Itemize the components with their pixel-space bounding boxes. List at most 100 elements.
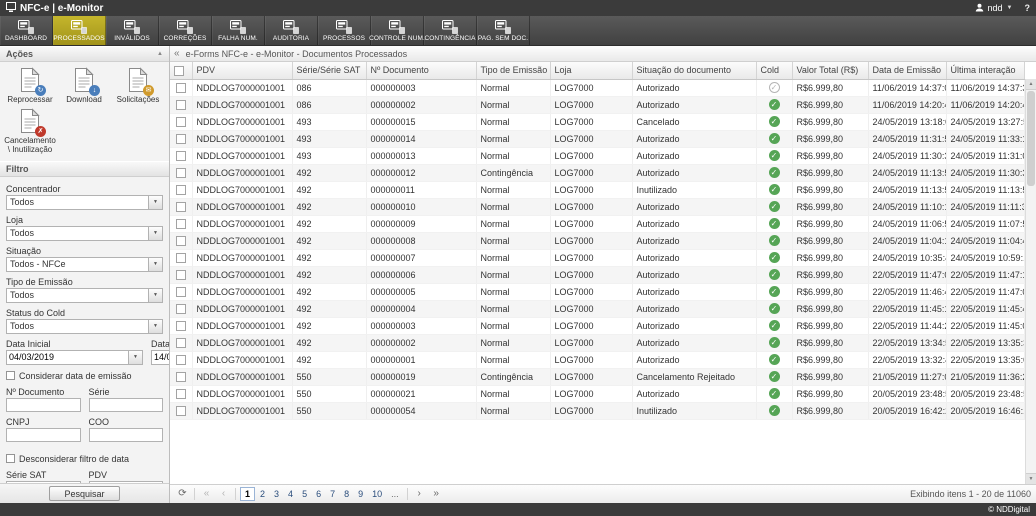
tab-processos[interactable]: PROCESSOS xyxy=(318,16,371,45)
tab-pag-sem-doc[interactable]: PAG. SEM DOC. xyxy=(477,16,530,45)
page-button-7[interactable]: 7 xyxy=(326,488,339,500)
row-checkbox[interactable] xyxy=(176,372,186,382)
cnpj-input[interactable] xyxy=(6,428,81,442)
table-row[interactable]: NDDLOG7000001001086000000003NormalLOG700… xyxy=(170,79,1024,96)
last-page-button[interactable]: » xyxy=(429,487,444,502)
help-button[interactable]: ? xyxy=(1025,3,1031,13)
filter-select-tipo-de-emissao[interactable]: Todos▼ xyxy=(6,288,163,303)
row-checkbox[interactable] xyxy=(176,338,186,348)
row-checkbox[interactable] xyxy=(176,321,186,331)
row-checkbox[interactable] xyxy=(176,117,186,127)
tab-dashboard[interactable]: DASHBOARD xyxy=(0,16,53,45)
row-checkbox[interactable] xyxy=(176,202,186,212)
row-checkbox[interactable] xyxy=(176,219,186,229)
page-button-2[interactable]: 2 xyxy=(256,488,269,500)
disregard-date-checkbox[interactable] xyxy=(6,454,15,463)
column-header-tipo-de-emissao[interactable]: Tipo de Emissão xyxy=(476,62,550,79)
table-row[interactable]: NDDLOG7000001001493000000015NormalLOG700… xyxy=(170,113,1024,130)
column-header-valor-total-r[interactable]: Valor Total (R$) xyxy=(792,62,868,79)
row-checkbox[interactable] xyxy=(176,270,186,280)
dropdown-arrow-icon[interactable]: ▼ xyxy=(148,289,162,302)
row-checkbox[interactable] xyxy=(176,253,186,263)
row-checkbox[interactable] xyxy=(176,83,186,93)
vertical-scrollbar[interactable]: ▲ ▼ xyxy=(1025,79,1036,484)
table-row[interactable]: NDDLOG7000001001492000000012Contingência… xyxy=(170,164,1024,181)
column-header-n-documento[interactable]: Nº Documento xyxy=(366,62,476,79)
dropdown-arrow-icon[interactable]: ▼ xyxy=(148,227,162,240)
column-header-cold[interactable]: Cold xyxy=(756,62,792,79)
first-page-button[interactable]: « xyxy=(199,487,214,502)
table-row[interactable]: NDDLOG7000001001492000000002NormalLOG700… xyxy=(170,334,1024,351)
select-all-checkbox[interactable] xyxy=(174,66,184,76)
table-row[interactable]: NDDLOG7000001001493000000013NormalLOG700… xyxy=(170,147,1024,164)
user-caret-icon[interactable]: ▼ xyxy=(1007,5,1013,11)
consider-emission-checkbox[interactable] xyxy=(6,371,15,380)
page-button-4[interactable]: 4 xyxy=(284,488,297,500)
collapse-sidebar-button[interactable]: « xyxy=(174,49,180,59)
column-header-situacao-do-documento[interactable]: Situação do documento xyxy=(632,62,756,79)
table-row[interactable]: NDDLOG7000001001492000000011NormalLOG700… xyxy=(170,181,1024,198)
table-row[interactable]: NDDLOG7000001001492000000009NormalLOG700… xyxy=(170,215,1024,232)
table-row[interactable]: NDDLOG7000001001492000000001NormalLOG700… xyxy=(170,351,1024,368)
prev-page-button[interactable]: ‹ xyxy=(216,487,231,502)
scrollbar-thumb[interactable] xyxy=(1027,91,1035,186)
refresh-button[interactable]: ⟳ xyxy=(175,487,190,502)
row-checkbox[interactable] xyxy=(176,100,186,110)
column-header-pdv[interactable]: PDV xyxy=(192,62,292,79)
dropdown-arrow-icon[interactable]: ▼ xyxy=(148,196,162,209)
table-row[interactable]: NDDLOG7000001001550000000021NormalLOG700… xyxy=(170,385,1024,402)
user-menu[interactable]: ndd xyxy=(988,3,1003,13)
action-reprocessar[interactable]: ↻Reprocessar xyxy=(4,67,56,104)
row-checkbox[interactable] xyxy=(176,355,186,365)
tab-correcoes[interactable]: CORREÇÕES xyxy=(159,16,212,45)
row-checkbox[interactable] xyxy=(176,389,186,399)
table-row[interactable]: NDDLOG7000001001492000000003NormalLOG700… xyxy=(170,317,1024,334)
row-checkbox[interactable] xyxy=(176,304,186,314)
table-row[interactable]: NDDLOG7000001001492000000006NormalLOG700… xyxy=(170,266,1024,283)
row-checkbox[interactable] xyxy=(176,151,186,161)
filter-select-situacao[interactable]: Todos - NFCe▼ xyxy=(6,257,163,272)
filter-select-status-do-cold[interactable]: Todos▼ xyxy=(6,319,163,334)
search-button[interactable]: Pesquisar xyxy=(49,486,119,501)
date-start-input[interactable] xyxy=(7,351,128,364)
table-row[interactable]: NDDLOG7000001001086000000002NormalLOG700… xyxy=(170,96,1024,113)
page-button-9[interactable]: 9 xyxy=(354,488,367,500)
tab-contingencia[interactable]: CONTINGÊNCIA xyxy=(424,16,477,45)
date-start-dropdown-icon[interactable]: ▼ xyxy=(128,351,142,364)
row-checkbox[interactable] xyxy=(176,185,186,195)
dropdown-arrow-icon[interactable]: ▼ xyxy=(148,258,162,271)
table-row[interactable]: NDDLOG7000001001550000000054NormalLOG700… xyxy=(170,402,1024,419)
column-header-data-de-emissao[interactable]: Data de Emissão xyxy=(868,62,946,79)
table-row[interactable]: NDDLOG7000001001550000000019Contingência… xyxy=(170,368,1024,385)
page-button-3[interactable]: 3 xyxy=(270,488,283,500)
dropdown-arrow-icon[interactable]: ▼ xyxy=(148,320,162,333)
table-row[interactable]: NDDLOG7000001001492000000005NormalLOG700… xyxy=(170,283,1024,300)
page-button-8[interactable]: 8 xyxy=(340,488,353,500)
action-download[interactable]: ↓Download xyxy=(58,67,110,104)
page-button-1[interactable]: 1 xyxy=(240,487,255,501)
scroll-up-icon[interactable]: ▲ xyxy=(1026,79,1036,90)
page-button-10[interactable]: 10 xyxy=(368,488,386,500)
tab-processados[interactable]: PROCESSADOS xyxy=(53,16,106,45)
coo-input[interactable] xyxy=(89,428,164,442)
row-checkbox[interactable] xyxy=(176,406,186,416)
row-checkbox[interactable] xyxy=(176,236,186,246)
filter-select-concentrador[interactable]: Todos▼ xyxy=(6,195,163,210)
table-row[interactable]: NDDLOG7000001001492000000004NormalLOG700… xyxy=(170,300,1024,317)
page-button-5[interactable]: 5 xyxy=(298,488,311,500)
filter-select-loja[interactable]: Todos▼ xyxy=(6,226,163,241)
table-row[interactable]: NDDLOG7000001001493000000014NormalLOG700… xyxy=(170,130,1024,147)
tab-invalidos[interactable]: INVÁLIDOS xyxy=(106,16,159,45)
doc-number-input[interactable] xyxy=(6,398,81,412)
table-row[interactable]: NDDLOG7000001001492000000010NormalLOG700… xyxy=(170,198,1024,215)
column-header-serie-serie-sat[interactable]: Série/Série SAT xyxy=(292,62,366,79)
scroll-down-icon[interactable]: ▼ xyxy=(1026,473,1036,484)
row-checkbox[interactable] xyxy=(176,287,186,297)
table-row[interactable]: NDDLOG7000001001492000000007NormalLOG700… xyxy=(170,249,1024,266)
column-header-loja[interactable]: Loja xyxy=(550,62,632,79)
row-checkbox[interactable] xyxy=(176,134,186,144)
row-checkbox[interactable] xyxy=(176,168,186,178)
tab-controle-num[interactable]: CONTROLE NUM. xyxy=(371,16,424,45)
column-header-ultima-interacao[interactable]: Última interação xyxy=(946,62,1024,79)
action-cancelamento-inutilizacao[interactable]: ✗Cancelamento \ Inutilização xyxy=(4,108,56,154)
